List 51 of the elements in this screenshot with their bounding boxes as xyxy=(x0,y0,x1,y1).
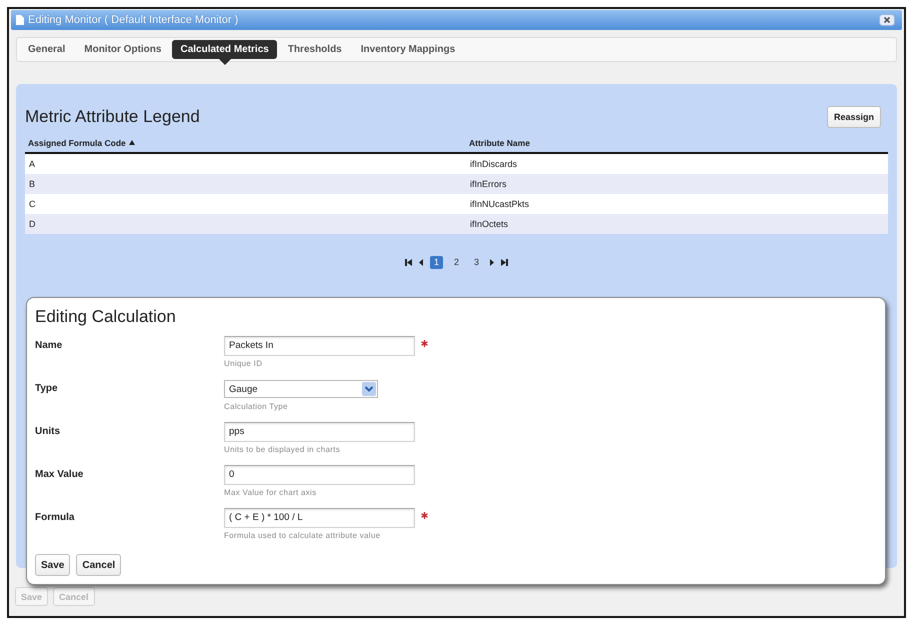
cancel-button[interactable]: Cancel xyxy=(76,554,122,576)
page-button[interactable]: 1 xyxy=(430,256,443,268)
table-cell-text: ifInOctets xyxy=(469,219,510,229)
tab-pointer-icon xyxy=(218,59,231,65)
table-cell-text: D xyxy=(28,219,36,229)
text-field[interactable]: pps xyxy=(224,422,415,442)
close-icon[interactable] xyxy=(879,14,895,26)
table-cell-text: C xyxy=(28,199,36,209)
dropdown[interactable]: Gauge xyxy=(224,380,378,398)
reassign-button[interactable]: Reassign xyxy=(826,106,881,128)
text-field[interactable]: Packets In xyxy=(224,336,415,356)
table-row[interactable]: B ifInErrors xyxy=(25,174,888,194)
field-label: Units xyxy=(35,425,61,439)
table-cell-text: ifInDiscards xyxy=(469,159,518,169)
field-hint: Unique ID xyxy=(224,359,264,369)
legend-title: Metric Attribute Legend xyxy=(25,107,200,127)
table-cell-text: B xyxy=(28,179,36,189)
column-header[interactable]: Attribute Name xyxy=(469,138,530,148)
page-button[interactable]: 3 xyxy=(470,256,483,268)
field-hint: Calculation Type xyxy=(224,402,289,412)
sort-arrow-icon[interactable] xyxy=(128,140,135,145)
skip-end-icon[interactable] xyxy=(501,258,508,266)
field-hint: Max Value for chart axis xyxy=(224,488,318,498)
field-hint: Formula used to calculate attribute value xyxy=(224,531,382,541)
table-cell-text: A xyxy=(28,159,36,169)
caret-right-icon[interactable] xyxy=(490,258,494,266)
caret-left-icon[interactable] xyxy=(419,258,423,266)
field-hint: Units to be displayed in charts xyxy=(224,445,342,455)
tab[interactable]: Thresholds xyxy=(280,40,350,59)
field-label: Max Value xyxy=(35,468,84,482)
table-cell-text: ifInErrors xyxy=(469,179,508,189)
table-row[interactable]: A ifInDiscards xyxy=(25,154,888,174)
table-row[interactable]: D ifInOctets xyxy=(25,214,888,234)
window-title: Editing Monitor ( Default Interface Monitor ) xyxy=(28,14,238,26)
table-cell-text: ifInNUcastPkts xyxy=(469,199,530,209)
text-field[interactable]: ( C + E ) * 100 / L xyxy=(224,508,415,528)
tab[interactable]: Monitor Options xyxy=(76,40,170,59)
text-field[interactable]: 0 xyxy=(224,465,415,485)
field-label: Formula xyxy=(35,511,76,525)
field-label: Name xyxy=(35,339,64,353)
page-button[interactable]: 2 xyxy=(450,256,463,268)
tab[interactable]: Inventory Mappings xyxy=(352,40,464,59)
dialog-title: Editing Calculation xyxy=(35,307,177,327)
skip-start-icon[interactable] xyxy=(405,258,412,266)
chevron-down-icon[interactable] xyxy=(362,382,376,396)
tab[interactable]: General xyxy=(20,40,74,59)
table-row[interactable]: C ifInNUcastPkts xyxy=(25,194,888,214)
column-header[interactable]: Assigned Formula Code xyxy=(28,138,126,148)
document-icon xyxy=(16,15,24,25)
save-button[interactable]: Save xyxy=(35,554,70,576)
field-label: Type xyxy=(35,382,59,396)
